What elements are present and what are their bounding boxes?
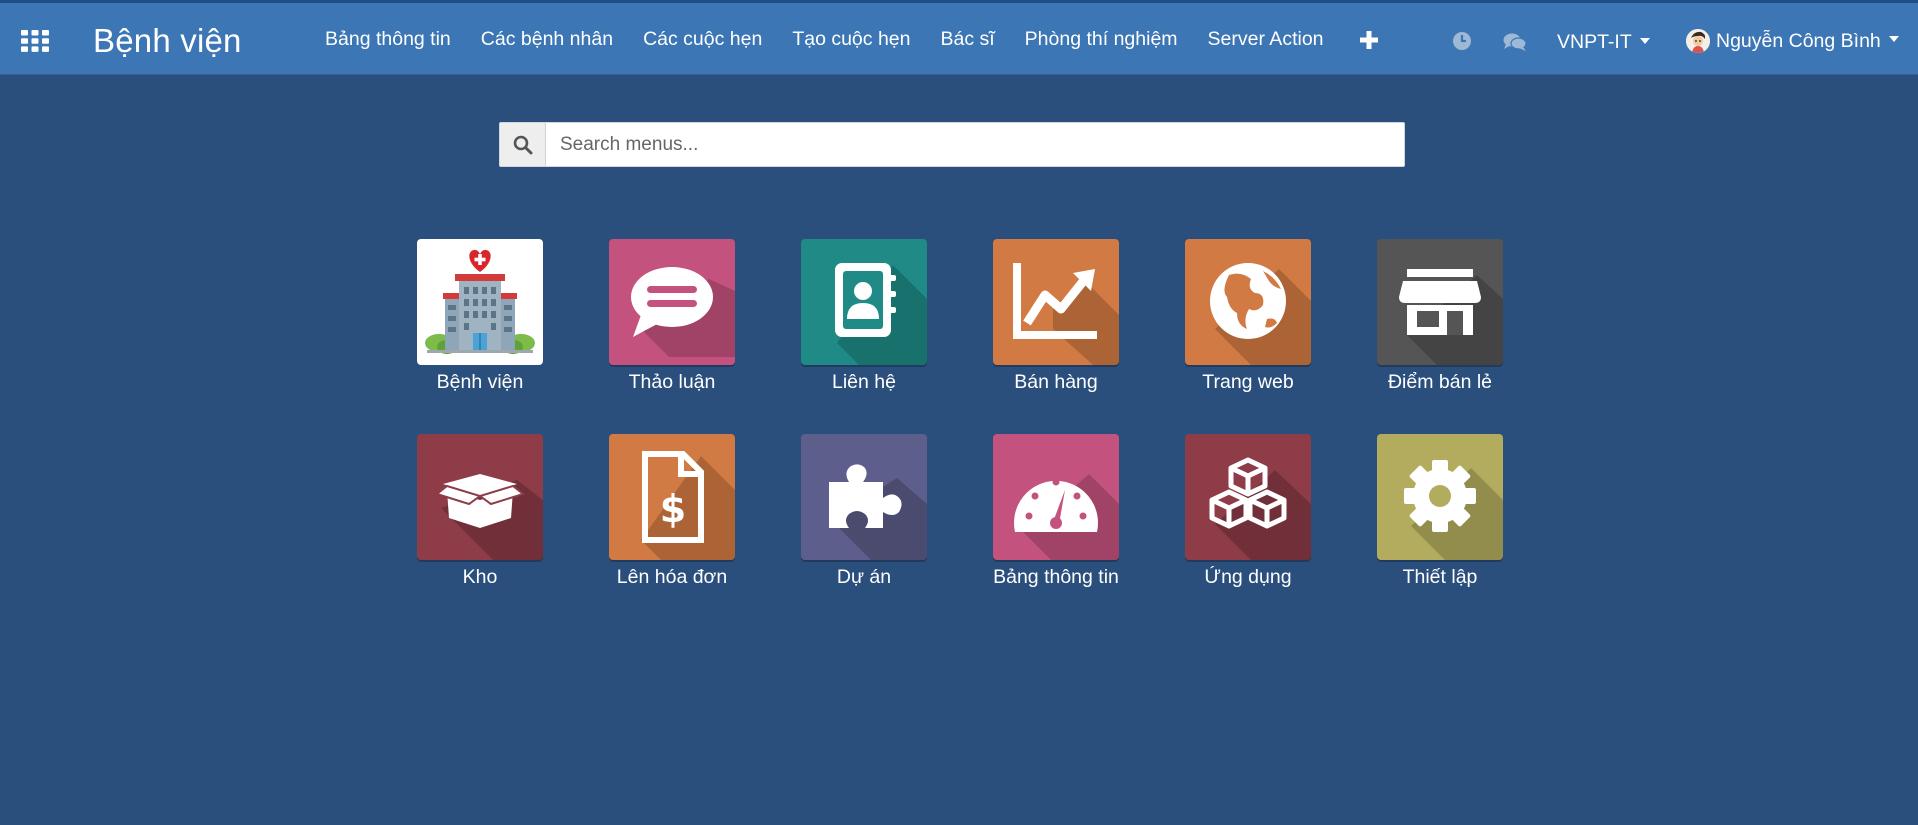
- app-label: Bệnh viện: [436, 371, 524, 393]
- address-book-icon: [801, 239, 927, 365]
- plus-icon[interactable]: [1360, 31, 1378, 49]
- app-sales[interactable]: Bán hàng: [956, 239, 1156, 394]
- app-label: Dự án: [836, 566, 892, 588]
- menu-item-laboratory[interactable]: Phòng thí nghiệm: [1010, 28, 1193, 51]
- company-name: VNPT-IT: [1557, 31, 1632, 53]
- gauge-icon: [993, 434, 1119, 560]
- menu-search: [499, 122, 1405, 167]
- avatar: [1686, 29, 1710, 53]
- app-label: Thảo luận: [628, 371, 716, 393]
- app-inventory[interactable]: Kho: [380, 434, 580, 589]
- app-label: Trang web: [1202, 371, 1294, 393]
- puzzle-icon: [801, 434, 927, 560]
- app-settings[interactable]: Thiết lập: [1340, 434, 1540, 589]
- trend-chart-icon: [993, 239, 1119, 365]
- menu-item-doctors[interactable]: Bác sĩ: [925, 28, 1009, 51]
- main-menu: Bảng thông tin Các bệnh nhân Các cuộc hẹ…: [310, 3, 1339, 75]
- app-contacts[interactable]: Liên hệ: [764, 239, 964, 394]
- app-discuss[interactable]: Thảo luận: [572, 239, 772, 394]
- app-label: Kho: [462, 566, 498, 588]
- caret-down-icon: [1639, 37, 1650, 44]
- invoice-icon: $: [609, 434, 735, 560]
- speech-bubble-icon: [609, 239, 735, 365]
- apps-grid-icon[interactable]: [21, 30, 49, 52]
- brand-title[interactable]: Bệnh viện: [93, 22, 242, 60]
- open-box-icon: [417, 434, 543, 560]
- app-apps[interactable]: Ứng dụng: [1148, 434, 1348, 589]
- menu-item-patients[interactable]: Các bệnh nhân: [466, 28, 628, 51]
- svg-text:$: $: [660, 487, 686, 531]
- caret-down-icon: [1888, 36, 1899, 42]
- globe-icon: [1185, 239, 1311, 365]
- clock-icon[interactable]: [1452, 31, 1472, 51]
- app-label: Điểm bán lẻ: [1387, 371, 1493, 393]
- search-input[interactable]: [546, 123, 1404, 166]
- menu-item-appointments[interactable]: Các cuộc hẹn: [628, 28, 777, 51]
- app-label: Ứng dụng: [1204, 566, 1292, 588]
- menu-item-dashboard[interactable]: Bảng thông tin: [310, 28, 466, 51]
- company-switcher[interactable]: VNPT-IT: [1557, 31, 1650, 54]
- app-project[interactable]: Dự án: [764, 434, 964, 589]
- app-hospital[interactable]: Bệnh viện: [380, 239, 580, 394]
- app-label: Bảng thông tin: [993, 566, 1119, 588]
- menu-item-server-action[interactable]: Server Action: [1193, 28, 1339, 51]
- app-point-of-sale[interactable]: Điểm bán lẻ: [1340, 239, 1540, 394]
- app-label: Bán hàng: [1014, 371, 1098, 393]
- search-icon: [500, 123, 546, 166]
- hospital-icon: [417, 239, 543, 365]
- user-name: Nguyễn Công Bình: [1716, 29, 1881, 52]
- app-label: Lên hóa đơn: [616, 566, 728, 588]
- gear-icon: [1377, 434, 1503, 560]
- app-label: Liên hệ: [832, 371, 896, 393]
- top-navbar: Bệnh viện Bảng thông tin Các bệnh nhân C…: [0, 0, 1918, 75]
- cubes-icon: [1185, 434, 1311, 560]
- menu-item-create-appointment[interactable]: Tạo cuộc hẹn: [777, 28, 925, 51]
- store-icon: [1377, 239, 1503, 365]
- user-menu[interactable]: Nguyễn Công Bình: [1686, 29, 1899, 53]
- app-website[interactable]: Trang web: [1148, 239, 1348, 394]
- app-invoicing[interactable]: $ Lên hóa đơn: [572, 434, 772, 589]
- chat-icon[interactable]: [1503, 32, 1527, 52]
- app-label: Thiết lập: [1402, 566, 1478, 588]
- app-dashboards[interactable]: Bảng thông tin: [956, 434, 1156, 589]
